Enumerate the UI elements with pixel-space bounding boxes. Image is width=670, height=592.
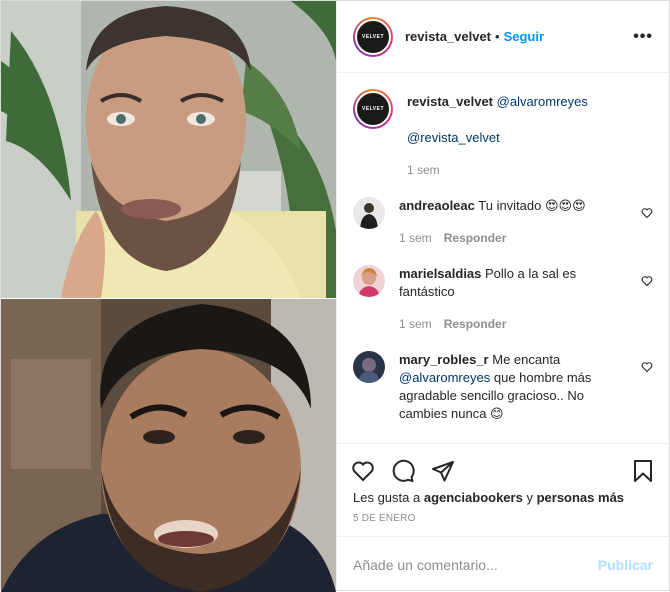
comment-item: mary_robles_r Me encanta @alvaromreyes q… xyxy=(353,351,653,423)
instagram-post: VELVET revista_velvet • Seguir ••• VELVE… xyxy=(0,0,670,592)
avatar-image xyxy=(353,351,385,383)
heart-icon[interactable] xyxy=(641,207,653,219)
post-side-panel: VELVET revista_velvet • Seguir ••• VELVE… xyxy=(336,1,669,592)
comment-username[interactable]: andreaoleac xyxy=(399,198,475,213)
post-media-video[interactable] xyxy=(1,1,336,592)
comment-text: Tu invitado 😍😍😍 xyxy=(478,198,586,213)
comment-mention[interactable]: @alvaromreyes xyxy=(399,370,490,385)
comment-body: marielsaldias Pollo a la sal es fantásti… xyxy=(399,265,653,333)
heart-icon[interactable] xyxy=(351,459,375,483)
paper-plane-icon[interactable] xyxy=(431,459,455,483)
likes-prefix: Les gusta a xyxy=(353,490,421,505)
heart-icon[interactable] xyxy=(641,361,653,373)
video-frame-bottom xyxy=(1,299,336,592)
author-avatar[interactable]: VELVET xyxy=(353,16,393,57)
caption-time[interactable]: 1 sem xyxy=(407,161,440,179)
caption-body: revista_velvet @alvaromreyes @revista_ve… xyxy=(407,89,653,179)
reply-button[interactable]: Responder xyxy=(444,315,507,333)
guest-video-image xyxy=(1,299,336,592)
avatar-image xyxy=(353,265,385,297)
comments-list[interactable]: VELVET revista_velvet @alvaromreyes @rev… xyxy=(337,73,669,443)
comment-body: mary_robles_r Me encanta @alvaromreyes q… xyxy=(399,351,653,423)
reply-button[interactable]: Responder xyxy=(444,229,507,247)
commenter-avatar[interactable] xyxy=(353,197,385,229)
comment-icon[interactable] xyxy=(391,459,415,483)
likes-summary: Les gusta a agenciabookers y personas má… xyxy=(337,489,669,507)
author-avatar-logo: VELVET xyxy=(355,18,391,55)
avatar-image xyxy=(353,197,385,229)
likes-user-link[interactable]: agenciabookers xyxy=(424,490,523,505)
caption: VELVET revista_velvet @alvaromreyes @rev… xyxy=(353,89,653,179)
bookmark-icon[interactable] xyxy=(631,459,655,483)
author-username[interactable]: revista_velvet xyxy=(405,29,491,44)
likes-others-link[interactable]: personas más xyxy=(537,490,624,505)
comment-text: Me encanta xyxy=(492,352,561,367)
comment-item: marielsaldias Pollo a la sal es fantásti… xyxy=(353,265,653,333)
post-date[interactable]: 5 DE ENERO xyxy=(337,507,669,536)
host-video-image xyxy=(1,1,336,298)
comment-time[interactable]: 1 sem xyxy=(399,229,432,247)
comment-item: andreaoleac Tu invitado 😍😍😍 1 sem Respon… xyxy=(353,197,653,247)
commenter-avatar[interactable] xyxy=(353,265,385,297)
caption-mention[interactable]: @revista_velvet xyxy=(407,130,500,145)
publish-button[interactable]: Publicar xyxy=(598,557,653,573)
header-separator: • xyxy=(495,29,500,44)
commenter-avatar[interactable] xyxy=(353,351,385,383)
comment-input[interactable] xyxy=(353,556,598,573)
caption-avatar-logo: VELVET xyxy=(355,91,391,127)
post-header: VELVET revista_velvet • Seguir ••• xyxy=(337,1,669,73)
post-actions xyxy=(337,443,669,489)
likes-conjunction: y xyxy=(526,490,533,505)
more-horizontal-icon[interactable]: ••• xyxy=(633,28,653,46)
caption-mention[interactable]: @alvaromreyes xyxy=(497,94,588,109)
add-comment-bar: Publicar xyxy=(337,536,669,592)
comment-username[interactable]: mary_robles_r xyxy=(399,352,489,367)
comment-username[interactable]: marielsaldias xyxy=(399,266,481,281)
video-frame-top xyxy=(1,1,336,298)
comment-time[interactable]: 1 sem xyxy=(399,315,432,333)
heart-icon[interactable] xyxy=(641,275,653,287)
comment-body: andreaoleac Tu invitado 😍😍😍 1 sem Respon… xyxy=(399,197,653,247)
caption-username[interactable]: revista_velvet xyxy=(407,94,493,109)
caption-avatar[interactable]: VELVET xyxy=(353,89,393,129)
follow-button[interactable]: Seguir xyxy=(504,29,544,44)
